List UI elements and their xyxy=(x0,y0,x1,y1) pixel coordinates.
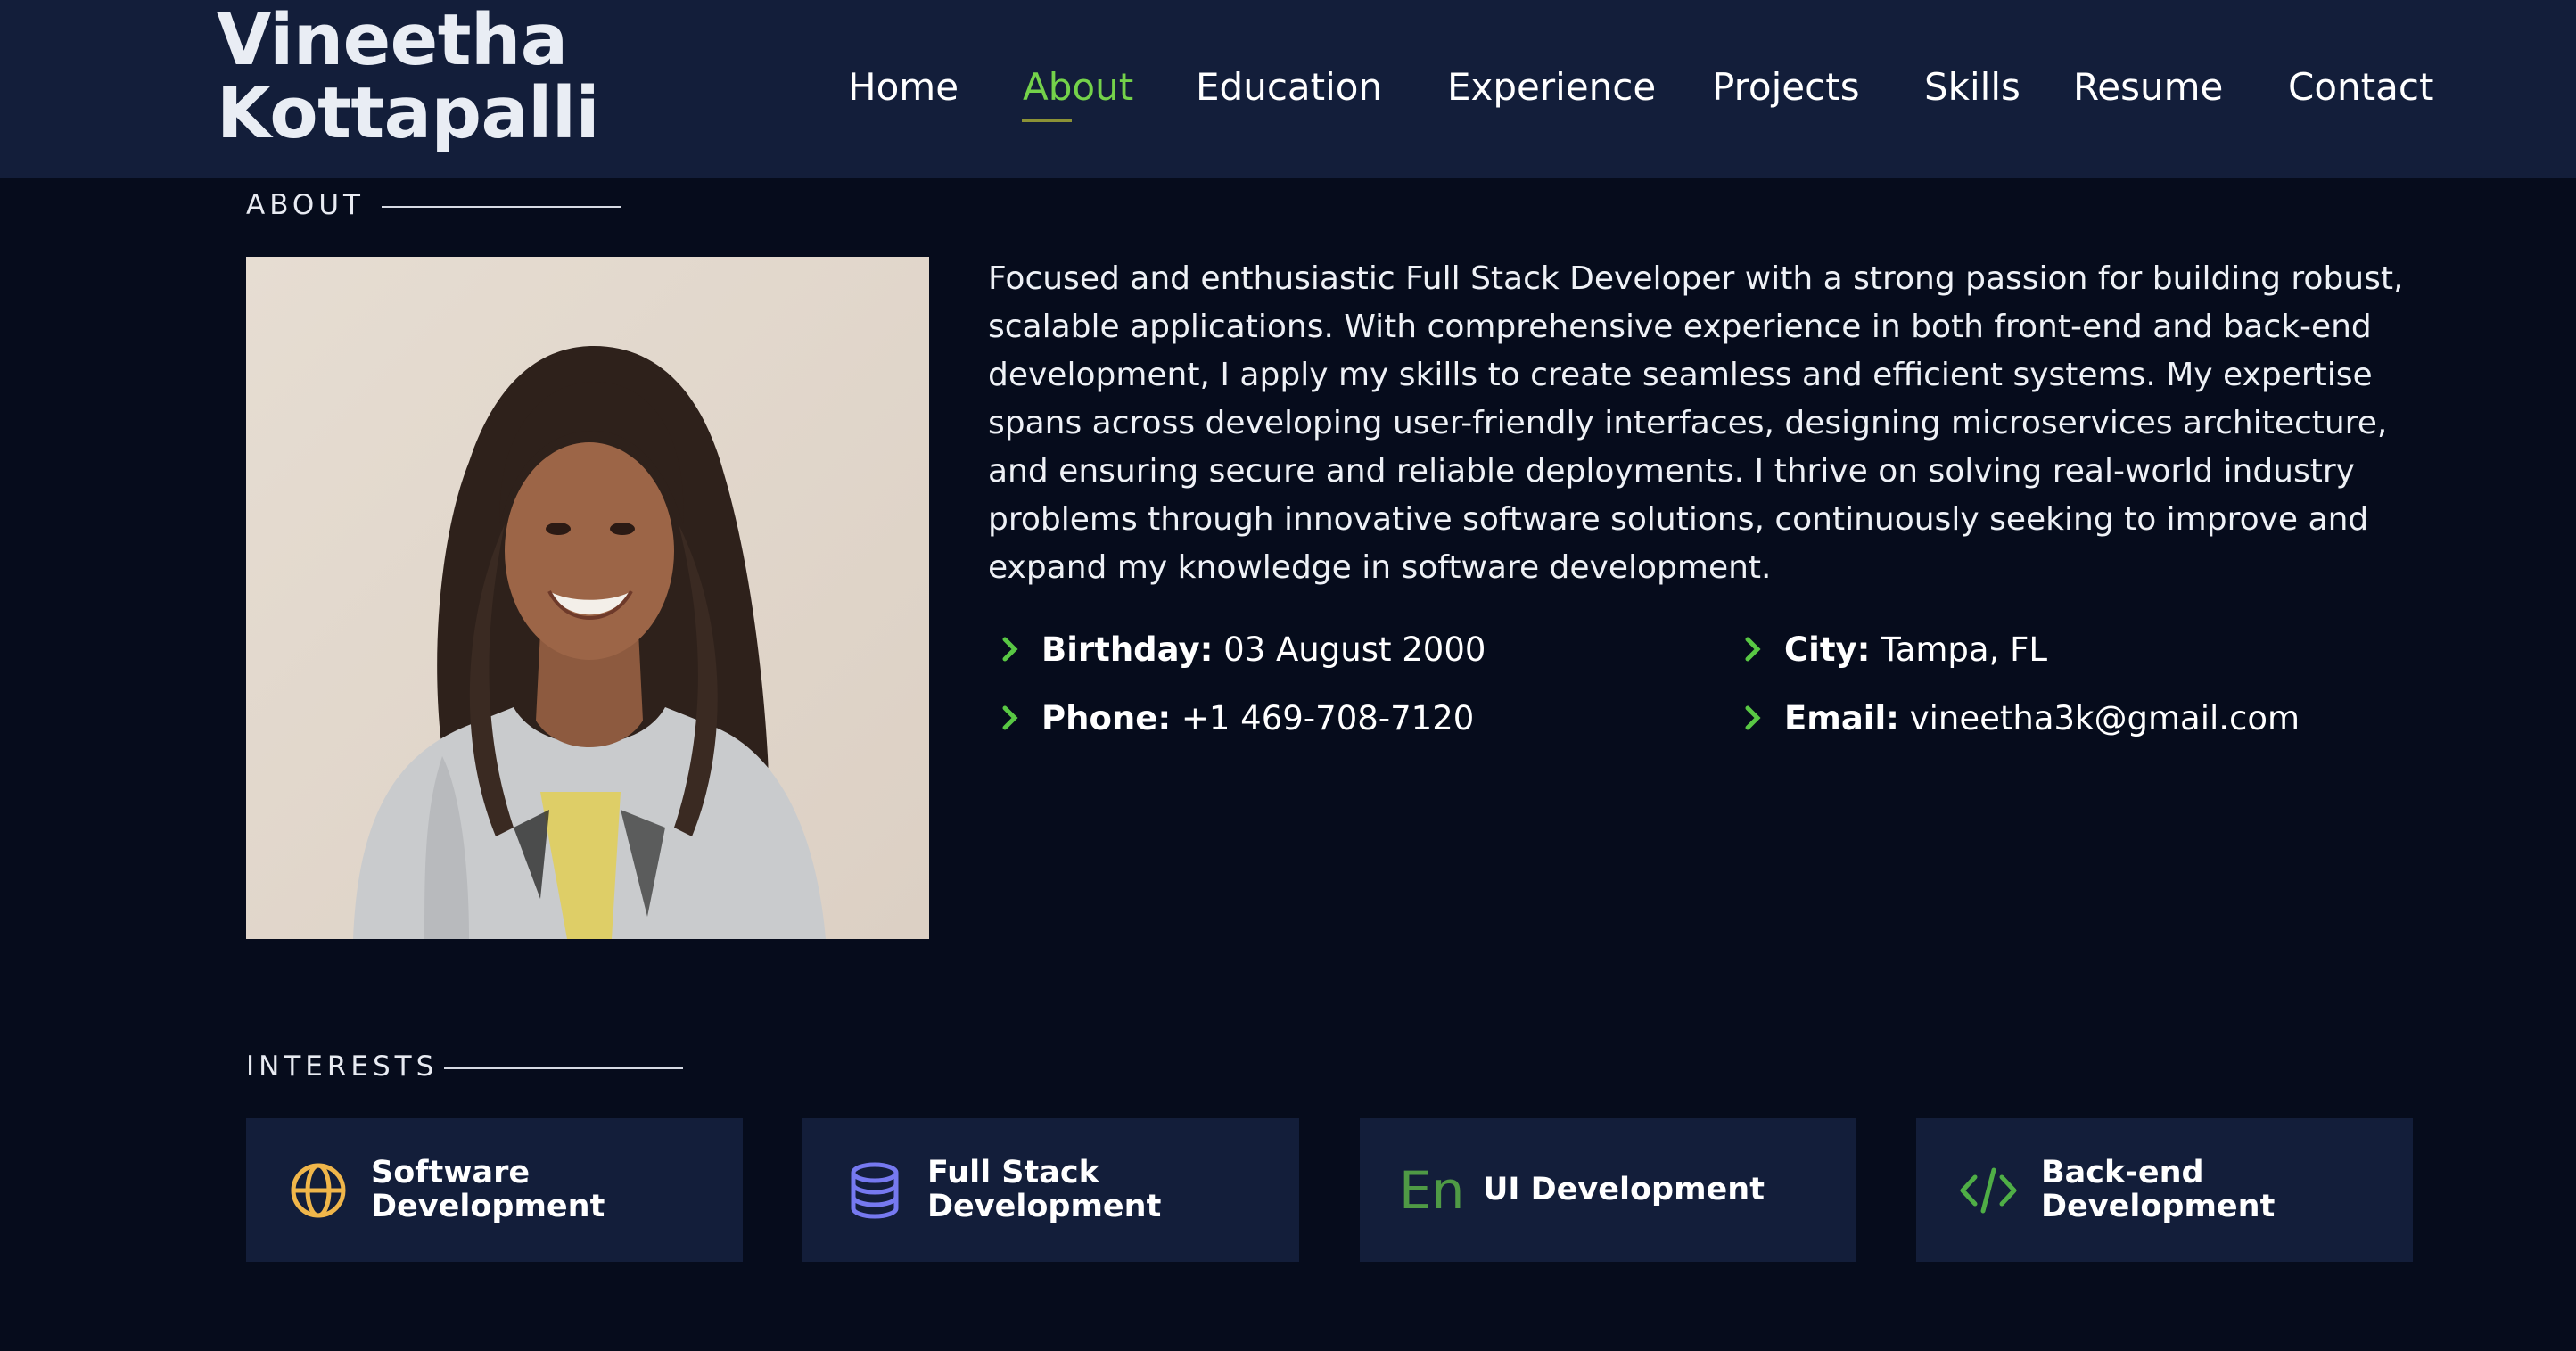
interest-card-full-stack-development: Full Stack Development xyxy=(802,1118,1299,1262)
language-en-icon-text: En xyxy=(1399,1160,1465,1221)
interest-card-ui-development: En UI Development xyxy=(1360,1118,1856,1262)
profile-photo xyxy=(246,257,929,939)
nav-experience[interactable]: Experience xyxy=(1447,55,1656,119)
code-icon xyxy=(1960,1167,2017,1214)
chevron-right-icon xyxy=(1002,637,1018,662)
interest-card-software-development: Software Development xyxy=(246,1118,743,1262)
chevron-right-icon xyxy=(1745,637,1761,662)
chevron-right-icon xyxy=(1002,705,1018,730)
nav-projects[interactable]: Projects xyxy=(1712,55,1860,119)
portrait-illustration xyxy=(246,257,929,939)
nav-home[interactable]: Home xyxy=(848,55,959,119)
detail-value: Tampa, FL xyxy=(1881,630,2047,669)
interests-title-line xyxy=(444,1067,683,1069)
main-nav: Home About Education Experience Projects… xyxy=(0,55,2576,127)
interests-section-title: INTERESTS xyxy=(246,1050,439,1083)
globe-icon xyxy=(291,1163,346,1218)
nav-active-indicator xyxy=(1022,119,1072,122)
about-section-title: ABOUT xyxy=(246,189,365,221)
detail-value[interactable]: +1 469-708-7120 xyxy=(1181,699,1474,737)
detail-label: City: xyxy=(1784,630,1871,669)
nav-contact[interactable]: Contact xyxy=(2288,55,2433,119)
interest-label: UI Development xyxy=(1483,1172,1765,1207)
detail-value: 03 August 2000 xyxy=(1223,630,1486,669)
about-bio: Focused and enthusiastic Full Stack Deve… xyxy=(988,260,2404,586)
detail-value[interactable]: vineetha3k@gmail.com xyxy=(1910,699,2300,737)
interest-label: Software Development xyxy=(371,1155,605,1224)
nav-about[interactable]: About xyxy=(1023,55,1133,119)
detail-label: Email: xyxy=(1784,699,1899,737)
nav-skills[interactable]: Skills xyxy=(1924,55,2020,119)
nav-education[interactable]: Education xyxy=(1196,55,1382,119)
chevron-right-icon xyxy=(1745,705,1761,730)
database-icon xyxy=(851,1162,899,1219)
detail-label: Phone: xyxy=(1041,699,1172,737)
detail-label: Birthday: xyxy=(1041,630,1214,669)
interest-label: Back-end Development xyxy=(2041,1155,2276,1224)
about-title-line xyxy=(382,206,621,208)
interest-card-back-end-development: Back-end Development xyxy=(1916,1118,2413,1262)
nav-resume[interactable]: Resume xyxy=(2073,55,2223,119)
site-header: Vineetha Kottapalli Home About Education… xyxy=(0,0,2576,178)
interest-label: Full Stack Development xyxy=(927,1155,1162,1224)
language-en-icon: En xyxy=(1399,1161,1470,1220)
